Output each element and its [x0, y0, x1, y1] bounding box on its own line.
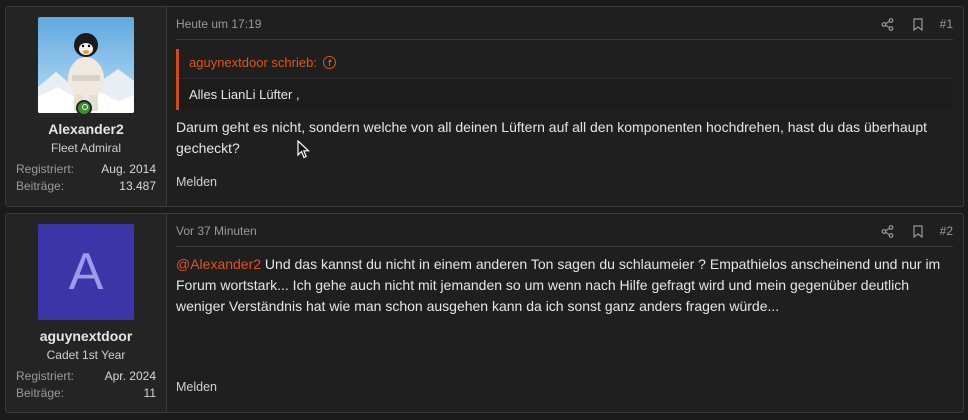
share-icon[interactable] [881, 17, 894, 31]
post-meta: Vor 37 Minuten #2 [176, 224, 953, 247]
post-2: A aguynextdoor Cadet 1st Year Registrier… [5, 213, 964, 413]
posts-label: Beiträge: [16, 386, 65, 400]
username[interactable]: aguynextdoor [6, 328, 166, 344]
avatar-alexander2[interactable] [38, 17, 134, 113]
registered-stat: Registriert: Aug. 2014 [16, 162, 156, 176]
avatar-aguynextdoor[interactable]: A [38, 224, 134, 320]
cursor-icon [297, 140, 311, 159]
post-time[interactable]: Heute um 17:19 [176, 17, 261, 31]
user-mention[interactable]: @Alexander2 [176, 256, 261, 272]
post-body: Darum geht es nicht, sondern welche von … [176, 119, 928, 156]
report-link[interactable]: Melden [176, 380, 217, 394]
post-1-user-panel: Alexander2 Fleet Admiral Registriert: Au… [6, 7, 167, 206]
registered-label: Registriert: [16, 162, 75, 176]
post-actions: #1 [881, 17, 953, 31]
post-meta: Heute um 17:19 #1 [176, 17, 953, 40]
bookmark-icon[interactable] [912, 17, 924, 31]
quote-author[interactable]: aguynextdoor schrieb: [189, 55, 317, 70]
user-title: Fleet Admiral [50, 141, 122, 155]
registered-value: Apr. 2024 [104, 369, 156, 383]
post-2-user-panel: A aguynextdoor Cadet 1st Year Registrier… [6, 214, 167, 412]
quote-text: Alles LianLi Lüfter , [189, 87, 300, 102]
post-1-content: Heute um 17:19 #1 aguynextdoor schrieb: … [166, 7, 963, 206]
quote-block: aguynextdoor schrieb: Alles LianLi Lüfte… [176, 49, 953, 110]
posts-stat: Beiträge: 13.487 [16, 179, 156, 193]
post-number[interactable]: #2 [940, 224, 953, 238]
quote-header[interactable]: aguynextdoor schrieb: [179, 49, 953, 79]
username[interactable]: Alexander2 [6, 121, 166, 137]
posts-value: 11 [143, 386, 156, 400]
posts-label: Beiträge: [16, 179, 65, 193]
share-icon[interactable] [881, 224, 894, 238]
post-1: Alexander2 Fleet Admiral Registriert: Au… [5, 6, 964, 207]
posts-stat: Beiträge: 11 [16, 386, 156, 400]
post-body-text: Und das kannst du nicht in einem anderen… [176, 256, 941, 314]
post-actions: #2 [881, 224, 953, 238]
registered-stat: Registriert: Apr. 2024 [16, 369, 156, 383]
report-link[interactable]: Melden [176, 175, 217, 189]
post-2-content: Vor 37 Minuten #2 @Alexander2 Und das ka… [166, 214, 963, 412]
post-time[interactable]: Vor 37 Minuten [176, 224, 257, 238]
registered-label: Registriert: [16, 369, 75, 383]
online-status-icon [76, 100, 92, 116]
arrow-up-circle-icon[interactable] [322, 56, 336, 70]
post-number[interactable]: #1 [940, 17, 953, 31]
bookmark-icon[interactable] [912, 224, 924, 238]
post-body: @Alexander2 Und das kannst du nicht in e… [176, 254, 949, 317]
posts-value: 13.487 [119, 179, 156, 193]
registered-value: Aug. 2014 [101, 162, 156, 176]
user-title: Cadet 1st Year [46, 348, 126, 362]
